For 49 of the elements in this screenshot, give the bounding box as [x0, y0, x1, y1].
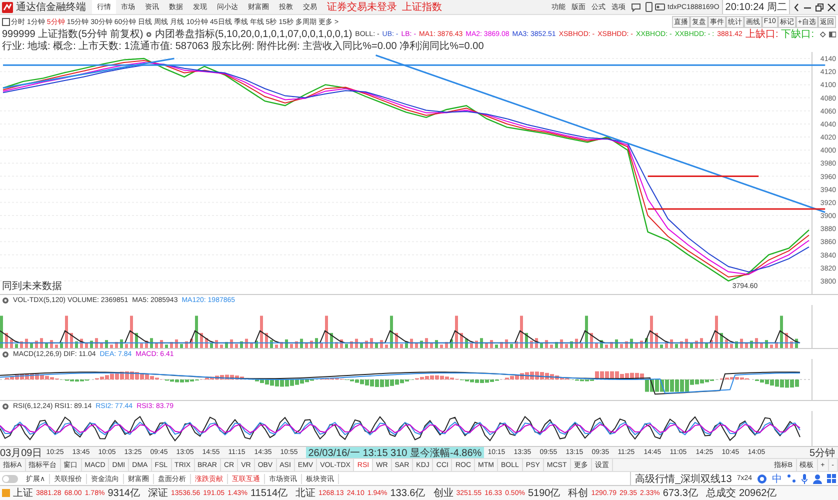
indicator-value: 内团卷盘指标(5,10,20,0,1,0,1,07,0,0,1,0,0,1) — [154, 28, 352, 40]
diamond-icon[interactable] — [820, 30, 826, 38]
index-amount: 673.3亿 — [662, 487, 698, 500]
phone-icon[interactable] — [644, 2, 653, 12]
notice-link[interactable]: 证券交易未登录 — [327, 0, 397, 14]
notice-link[interactable]: 上证指数 — [402, 0, 442, 14]
indicator-value: 999999 上证指数(5分钟 前复权) — [2, 28, 144, 40]
clock-text: 20:10:24 周二 — [722, 0, 790, 14]
index-amount: 133.6亿 — [390, 487, 426, 500]
index-name: 北证 — [296, 486, 316, 500]
index-amount: 5190亿 — [528, 487, 560, 500]
index-name: 深证 — [148, 487, 168, 500]
close-icon[interactable] — [827, 2, 836, 12]
total-label: 总成交 — [706, 486, 736, 500]
stock-details: 行业: 地域: 概念: 上市天数: 1流通市值: 587063 股东比例: 附件比例: 主营收入同比%=0.00 净利润同比%=0.00 — [2, 40, 484, 52]
index-name: 上证 — [13, 486, 33, 500]
index-name: 科创 — [568, 486, 588, 500]
microphone-icon[interactable] — [801, 474, 808, 484]
trend-line[interactable] — [3, 64, 826, 66]
future-data-note: 同到未来数据 — [2, 279, 62, 293]
index-name: 创业 — [433, 486, 454, 500]
period-label: 5分钟 — [809, 447, 836, 458]
panel-icon[interactable] — [2, 18, 10, 26]
input-method[interactable]: 中 — [772, 472, 782, 485]
dots-icon[interactable] — [787, 474, 796, 483]
back-icon[interactable] — [793, 2, 800, 12]
total-value: 20962亿 — [738, 487, 777, 500]
time-label: 03月09日 — [0, 447, 42, 458]
gear-icon[interactable] — [2, 350, 9, 358]
assistant-icon[interactable] — [757, 474, 767, 484]
gear-icon[interactable] — [2, 402, 9, 410]
indicator-value: 上缺口: — [745, 28, 778, 40]
logo-icon — [2, 2, 13, 12]
gear-icon[interactable] — [146, 30, 152, 38]
index-amount: 9314亿 — [108, 487, 140, 500]
trend-line[interactable] — [648, 176, 759, 178]
time-tooltip: 26/03/16/一 13:15 310 显今涨幅-4.86% — [306, 447, 484, 458]
restore-icon[interactable] — [815, 2, 824, 12]
gear-icon[interactable] — [2, 296, 9, 304]
user-icon[interactable] — [654, 2, 665, 12]
app-title: 通达信金融终端 — [16, 0, 86, 14]
person-icon[interactable] — [813, 474, 822, 484]
grid-icon[interactable] — [827, 474, 836, 483]
toggle-switch[interactable] — [2, 474, 18, 482]
index-amount: 11514亿 — [250, 487, 288, 500]
chat-icon[interactable] — [630, 2, 641, 12]
sidebar-icon[interactable] — [828, 30, 836, 38]
indicator-value: 下缺口: — [781, 28, 814, 40]
trend-line[interactable] — [2, 58, 174, 89]
